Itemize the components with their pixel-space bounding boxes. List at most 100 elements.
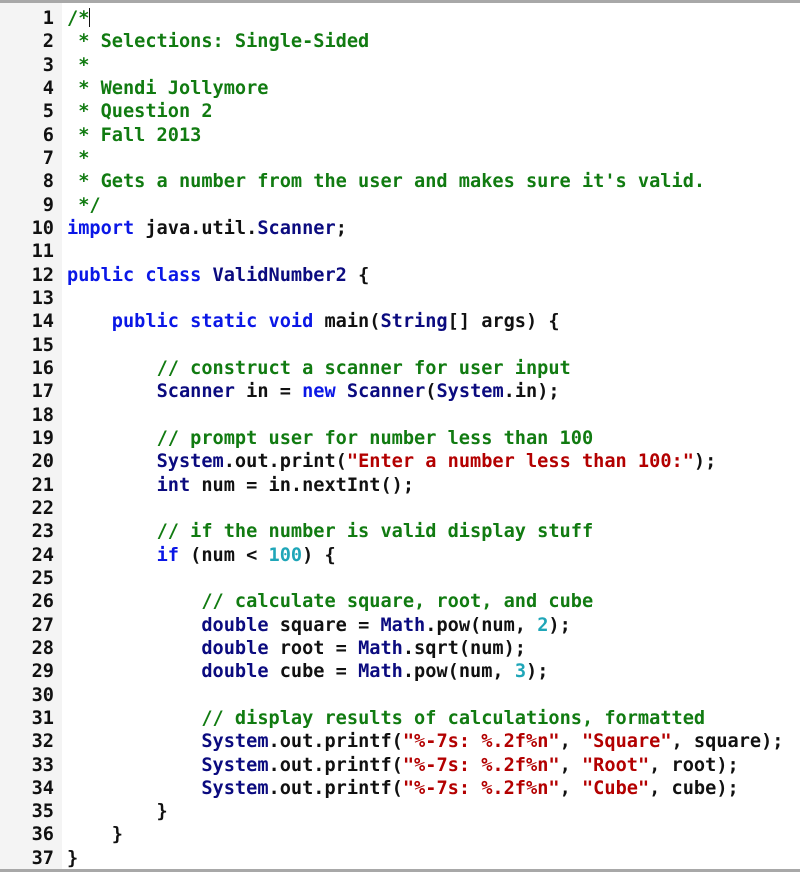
- code-text: * Question 2: [67, 100, 213, 123]
- plain-token: .sqrt(num);: [402, 637, 526, 659]
- line-number: 4: [42, 77, 54, 99]
- code-line[interactable]: 17 Scanner in = new Scanner(System.in);: [0, 380, 800, 403]
- line-number: 28: [31, 637, 54, 659]
- code-text: }: [67, 847, 78, 870]
- plain-token: [] args) {: [447, 311, 560, 333]
- line-number: 31: [31, 707, 54, 729]
- code-line[interactable]: 33 System.out.printf("%-7s: %.2f%n", "Ro…: [0, 754, 800, 777]
- line-number: 14: [31, 311, 54, 333]
- code-line[interactable]: 24 if (num < 100) {: [0, 544, 800, 567]
- string-token: "Square": [581, 731, 672, 753]
- code-line[interactable]: 19 // prompt user for number less than 1…: [0, 427, 800, 450]
- comment-token: * Question 2: [67, 101, 213, 123]
- line-number: 36: [31, 824, 54, 846]
- code-line[interactable]: 5 * Question 2: [0, 100, 800, 123]
- comment-token: *: [67, 147, 90, 169]
- line-number: 37: [31, 847, 54, 869]
- code-line[interactable]: 15: [0, 334, 800, 357]
- plain-token: main(: [313, 311, 381, 333]
- code-line[interactable]: 28 double root = Math.sqrt(num);: [0, 637, 800, 660]
- code-line[interactable]: 1 /*: [0, 7, 800, 30]
- code-line[interactable]: 4 * Wendi Jollymore: [0, 77, 800, 100]
- code-line[interactable]: 29 double cube = Math.pow(num, 3);: [0, 660, 800, 683]
- comment-token: /*: [67, 8, 90, 29]
- line-number: 30: [31, 684, 54, 706]
- code-line[interactable]: 22: [0, 497, 800, 520]
- comment-token: // if the number is valid display stuff: [156, 521, 594, 543]
- keyword-token: public class: [67, 264, 213, 286]
- code-line[interactable]: 7 *: [0, 147, 800, 170]
- code-line[interactable]: 32 System.out.printf("%-7s: %.2f%n", "Sq…: [0, 730, 800, 753]
- plain-token: ,: [559, 777, 582, 799]
- code-line[interactable]: 12 public class ValidNumber2 {: [0, 264, 800, 287]
- code-text: Scanner in = new Scanner(System.in);: [67, 380, 560, 403]
- comment-token: * Wendi Jollymore: [67, 77, 269, 99]
- line-number: 19: [31, 427, 54, 449]
- plain-token: ;: [335, 217, 347, 239]
- code-text: * Gets a number from the user and makes …: [67, 170, 705, 193]
- code-line[interactable]: 36 }: [0, 823, 800, 846]
- keyword-token: new: [302, 381, 336, 403]
- code-line[interactable]: 14 public static void main(String[] args…: [0, 310, 800, 333]
- code-line[interactable]: 26 // calculate square, root, and cube: [0, 590, 800, 613]
- code-line[interactable]: 8 * Gets a number from the user and make…: [0, 170, 800, 193]
- line-number: 34: [31, 777, 54, 799]
- code-editor[interactable]: 1/* 2 * Selections: Single-Sided 3 * 4 * We…: [0, 0, 800, 872]
- comment-token: * Selections: Single-Sided: [67, 31, 370, 53]
- code-line[interactable]: 2 * Selections: Single-Sided: [0, 30, 800, 53]
- code-line[interactable]: 27 double square = Math.pow(num, 2);: [0, 614, 800, 637]
- code-line[interactable]: 25: [0, 567, 800, 590]
- type-token: Math: [380, 614, 426, 636]
- code-text: */: [67, 194, 100, 217]
- code-line[interactable]: 11: [0, 240, 800, 263]
- plain-token: square =: [268, 614, 381, 636]
- code-line[interactable]: 16 // construct a scanner for user input: [0, 357, 800, 380]
- type-token: double: [201, 637, 269, 659]
- line-number: 21: [31, 474, 54, 496]
- code-text: }: [67, 823, 123, 846]
- code-line[interactable]: 6 * Fall 2013: [0, 124, 800, 147]
- code-text: // display results of calculations, form…: [67, 707, 705, 730]
- code-line[interactable]: 35 }: [0, 800, 800, 823]
- code-line[interactable]: 37}: [0, 847, 800, 870]
- code-line[interactable]: 21 int num = in.nextInt();: [0, 474, 800, 497]
- code-line[interactable]: 18: [0, 404, 800, 427]
- plain-token: );: [693, 451, 717, 473]
- line-number: 2: [42, 31, 54, 53]
- number-token: 100: [268, 544, 303, 566]
- code-line[interactable]: 13: [0, 287, 800, 310]
- code-line[interactable]: 20 System.out.print("Enter a number less…: [0, 450, 800, 473]
- line-number: 20: [31, 451, 54, 473]
- plain-token: ,: [559, 754, 582, 776]
- code-text: // if the number is valid display stuff: [67, 520, 594, 543]
- code-line[interactable]: 9 */: [0, 194, 800, 217]
- type-token: Scanner: [156, 381, 235, 403]
- plain-token: , root);: [649, 754, 739, 776]
- line-number: 32: [31, 731, 54, 753]
- code-line[interactable]: 31 // display results of calculations, f…: [0, 707, 800, 730]
- plain-token: }: [67, 801, 168, 823]
- code-lines[interactable]: 1/* 2 * Selections: Single-Sided 3 * 4 * We…: [0, 7, 800, 870]
- plain-token: );: [526, 661, 549, 683]
- code-line[interactable]: 34 System.out.printf("%-7s: %.2f%n", "Cu…: [0, 777, 800, 800]
- line-number: 6: [42, 124, 54, 146]
- line-number: 11: [31, 241, 54, 263]
- code-line[interactable]: 30: [0, 684, 800, 707]
- code-line[interactable]: 3 *: [0, 54, 800, 77]
- code-line[interactable]: 23 // if the number is valid display stu…: [0, 520, 800, 543]
- plain-token: );: [548, 614, 571, 636]
- type-token: String: [380, 311, 448, 333]
- plain-token: .out.printf(: [268, 777, 403, 799]
- code-line[interactable]: 10 import java.util.Scanner;: [0, 217, 800, 240]
- text-cursor: [89, 8, 91, 27]
- code-text: * Fall 2013: [67, 124, 201, 147]
- line-number: 15: [31, 334, 54, 356]
